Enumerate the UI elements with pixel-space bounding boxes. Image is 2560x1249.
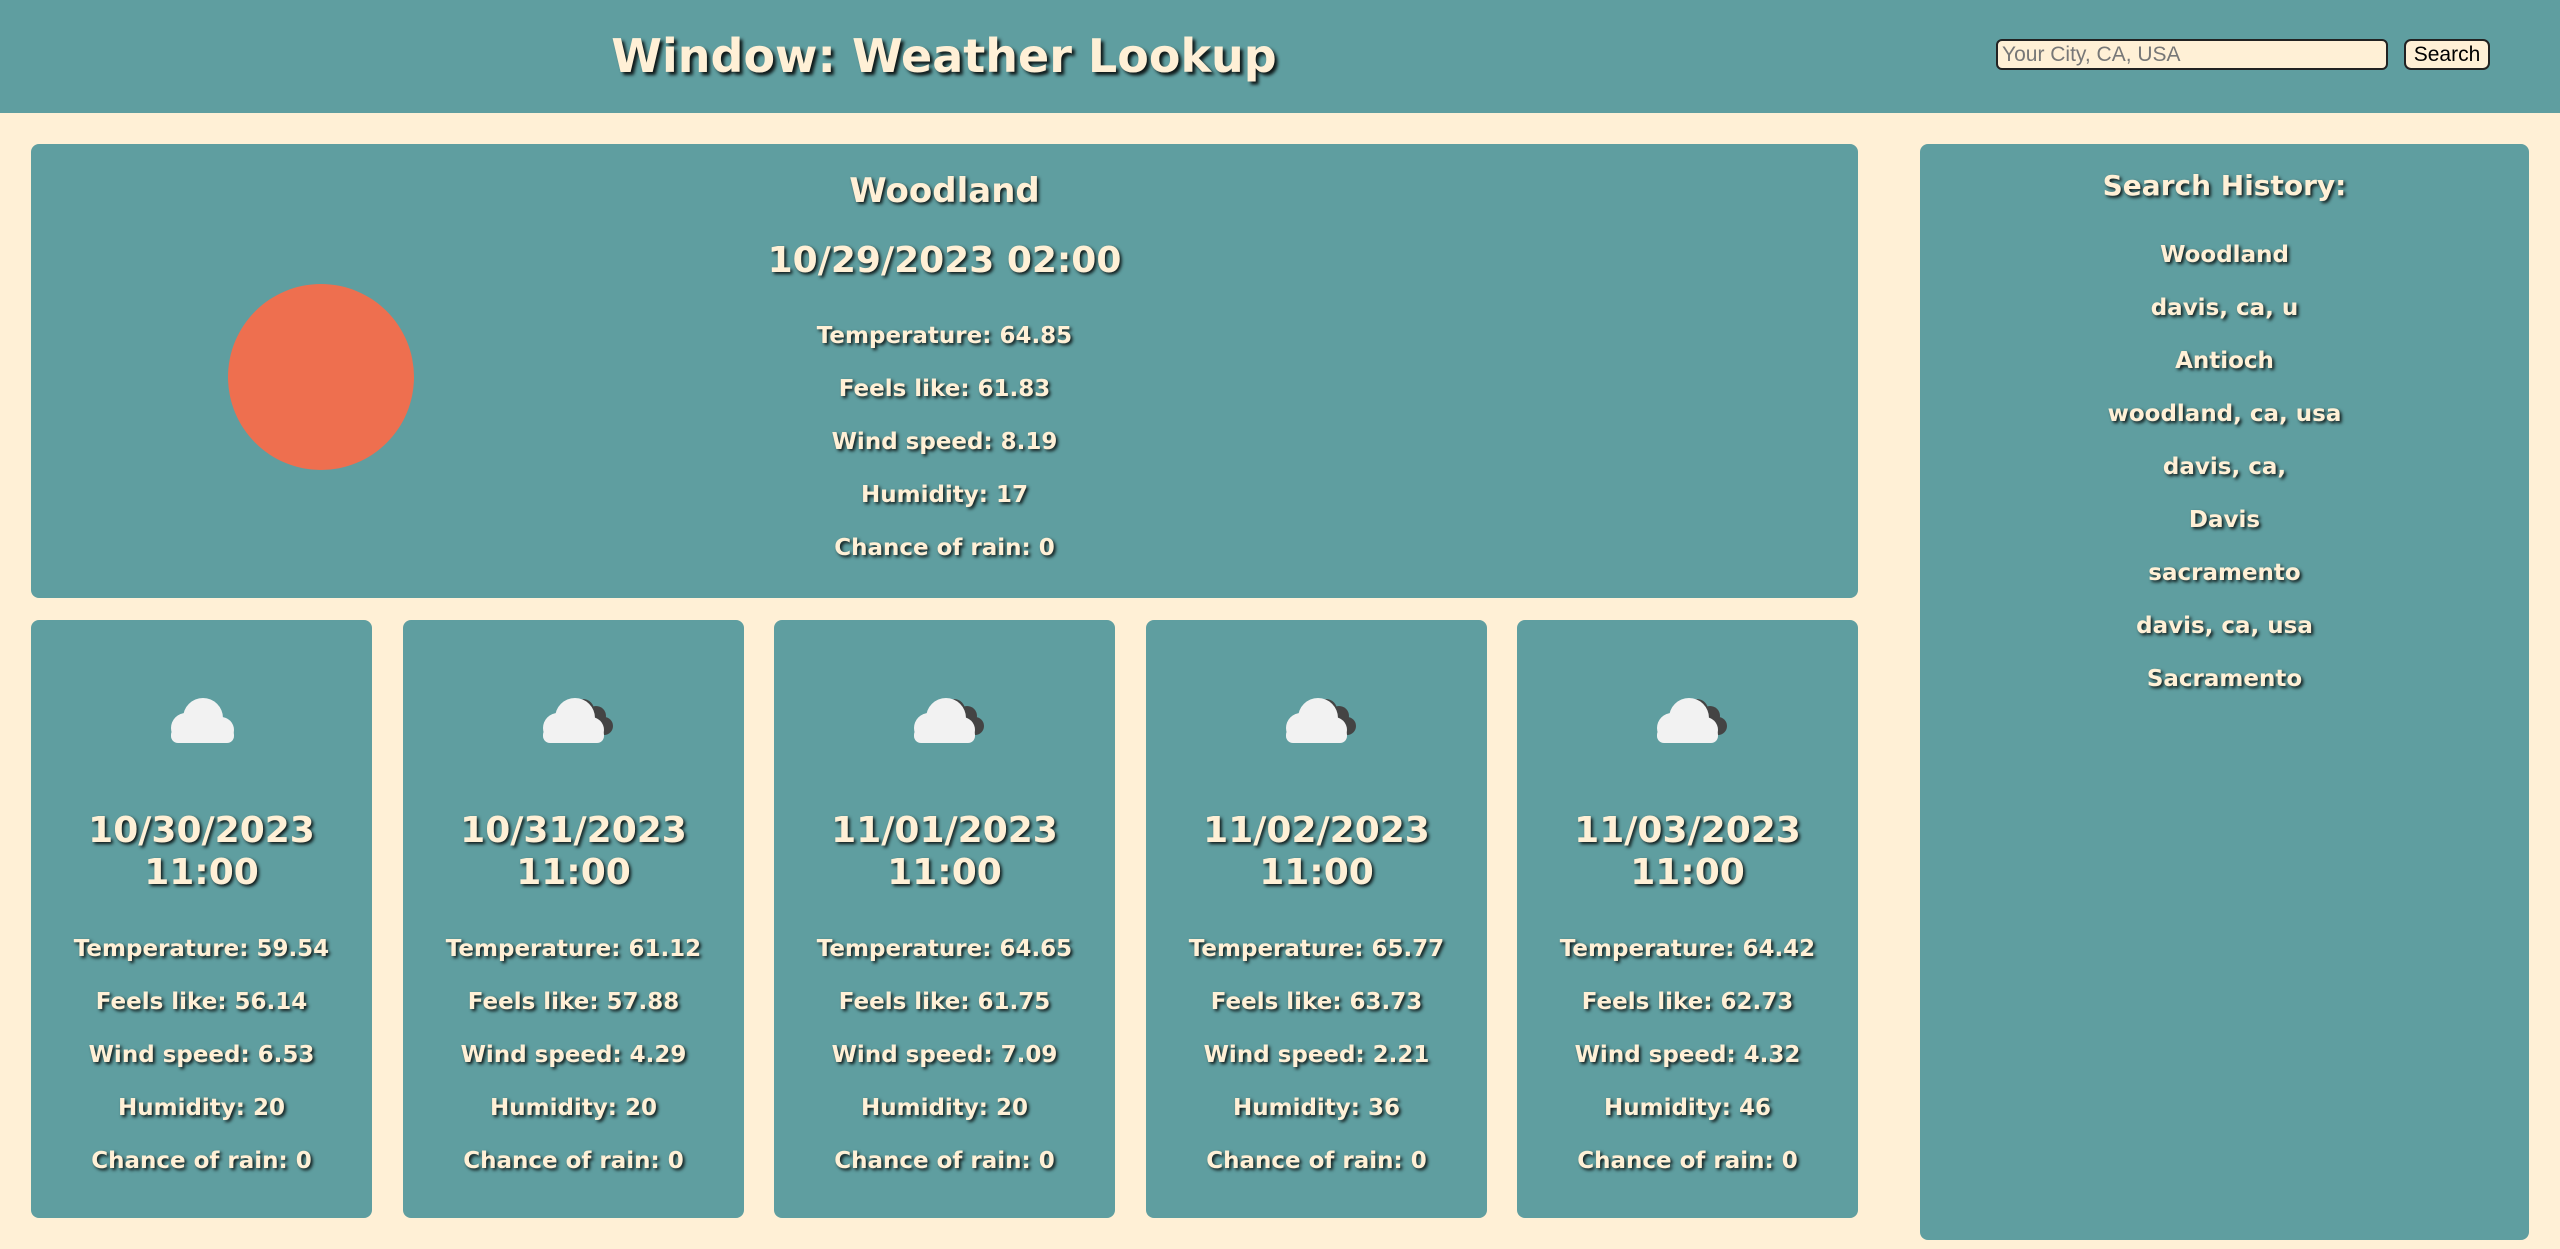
history-item[interactable]: Woodland	[1920, 240, 2529, 270]
forecast-feels-like: Feels like: 57.88	[467, 989, 680, 1015]
forecast-time: 11:00	[887, 852, 1002, 893]
forecast-card: 10/31/2023 11:00 Temperature: 61.12 Feel…	[403, 620, 744, 1218]
forecast-time: 11:00	[516, 852, 631, 893]
forecast-feels-like: Feels like: 56.14	[95, 989, 308, 1015]
city-search-input[interactable]	[1996, 39, 2388, 70]
history-item[interactable]: sacramento	[1920, 558, 2529, 588]
current-feels-like: Feels like: 61.83	[838, 376, 1051, 402]
forecast-humidity: Humidity: 36	[1232, 1095, 1401, 1121]
cloud-icon	[171, 698, 234, 743]
current-city: Woodland	[849, 171, 1040, 211]
history-item[interactable]: woodland, ca, usa	[1920, 399, 2529, 429]
forecast-card: 11/02/2023 11:00 Temperature: 65.77 Feel…	[1146, 620, 1487, 1218]
forecast-feels-like: Feels like: 63.73	[1210, 989, 1423, 1015]
forecast-feels-like: Feels like: 61.75	[838, 989, 1051, 1015]
history-item[interactable]: davis, ca,	[1920, 452, 2529, 482]
search-button[interactable]: Search	[2404, 39, 2490, 70]
forecast-temperature: Temperature: 61.12	[445, 936, 702, 962]
forecast-card: 10/30/2023 11:00 Temperature: 59.54 Feel…	[31, 620, 372, 1218]
clouds-icon	[1286, 698, 1356, 743]
forecast-chance-of-rain: Chance of rain: 0	[834, 1148, 1055, 1174]
current-chance-of-rain: Chance of rain: 0	[834, 535, 1055, 561]
search-history-title: Search History:	[2102, 169, 2347, 202]
forecast-humidity: Humidity: 20	[489, 1095, 658, 1121]
current-wind-speed: Wind speed: 8.19	[831, 429, 1058, 455]
history-item[interactable]: davis, ca, u	[1920, 293, 2529, 323]
app-title: Window: Weather Lookup	[611, 29, 1277, 83]
forecast-wind-speed: Wind speed: 4.32	[1574, 1042, 1801, 1068]
forecast-wind-speed: Wind speed: 6.53	[88, 1042, 315, 1068]
forecast-temperature: Temperature: 64.42	[1559, 936, 1816, 962]
forecast-temperature: Temperature: 65.77	[1188, 936, 1445, 962]
forecast-humidity: Humidity: 46	[1603, 1095, 1772, 1121]
forecast-date: 11/01/2023	[831, 810, 1058, 851]
forecast-time: 11:00	[1630, 852, 1745, 893]
clouds-icon	[1657, 698, 1727, 743]
forecast-chance-of-rain: Chance of rain: 0	[1577, 1148, 1798, 1174]
current-datetime: 10/29/2023 02:00	[767, 240, 1122, 281]
forecast-date: 11/02/2023	[1203, 810, 1430, 851]
forecast-humidity: Humidity: 20	[117, 1095, 286, 1121]
forecast-wind-speed: Wind speed: 4.29	[460, 1042, 687, 1068]
forecast-time: 11:00	[144, 852, 259, 893]
current-weather-panel: Woodland 10/29/2023 02:00 Temperature: 6…	[31, 144, 1858, 598]
header-bar: Window: Weather Lookup Search	[0, 0, 2560, 113]
current-temperature: Temperature: 64.85	[816, 323, 1073, 349]
history-item[interactable]: davis, ca, usa	[1920, 611, 2529, 641]
forecast-card: 11/03/2023 11:00 Temperature: 64.42 Feel…	[1517, 620, 1858, 1218]
current-humidity: Humidity: 17	[860, 482, 1029, 508]
search-history-panel: Search History: Woodland davis, ca, u An…	[1920, 144, 2529, 1240]
forecast-temperature: Temperature: 64.65	[816, 936, 1073, 962]
forecast-date: 10/31/2023	[460, 810, 687, 851]
history-item[interactable]: Davis	[1920, 505, 2529, 535]
forecast-humidity: Humidity: 20	[860, 1095, 1029, 1121]
forecast-wind-speed: Wind speed: 2.21	[1203, 1042, 1430, 1068]
forecast-temperature: Temperature: 59.54	[73, 936, 330, 962]
forecast-chance-of-rain: Chance of rain: 0	[1206, 1148, 1427, 1174]
clouds-icon	[914, 698, 984, 743]
forecast-feels-like: Feels like: 62.73	[1581, 989, 1794, 1015]
forecast-chance-of-rain: Chance of rain: 0	[463, 1148, 684, 1174]
forecast-card: 11/01/2023 11:00 Temperature: 64.65 Feel…	[774, 620, 1115, 1218]
history-item[interactable]: Antioch	[1920, 346, 2529, 376]
clouds-icon	[543, 698, 613, 743]
forecast-date: 11/03/2023	[1574, 810, 1801, 851]
forecast-wind-speed: Wind speed: 7.09	[831, 1042, 1058, 1068]
forecast-time: 11:00	[1259, 852, 1374, 893]
forecast-date: 10/30/2023	[88, 810, 315, 851]
forecast-chance-of-rain: Chance of rain: 0	[91, 1148, 312, 1174]
history-item[interactable]: Sacramento	[1920, 664, 2529, 694]
